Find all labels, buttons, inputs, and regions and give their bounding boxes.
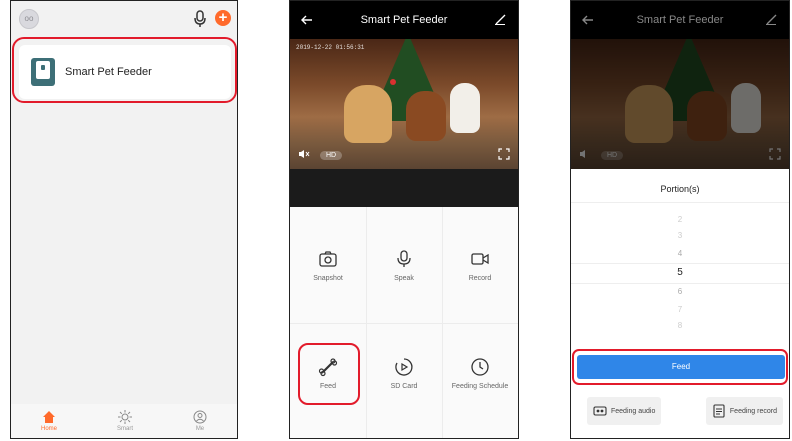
highlight-box <box>298 343 360 405</box>
feeding-audio-button[interactable]: Feeding audio <box>587 397 662 425</box>
page-title: Smart Pet Feeder <box>636 14 724 26</box>
video-record-icon <box>471 253 489 265</box>
mute-icon[interactable] <box>298 149 310 159</box>
hd-toggle: HD <box>601 151 624 160</box>
microphone-icon <box>397 250 411 267</box>
top-bar: oo + <box>11 1 237 37</box>
picker-option[interactable]: 3 <box>571 231 789 240</box>
bottom-actions: Feeding audio Feeding record <box>587 397 783 425</box>
edit-icon[interactable] <box>494 13 506 25</box>
sd-card-button[interactable]: SD Card <box>366 357 442 390</box>
portion-picker[interactable]: 2 3 4 5 6 7 8 <box>571 207 789 335</box>
picker-option[interactable]: 4 <box>571 249 789 258</box>
device-screen: Smart Pet Feeder 2019-12-22 01:56:31 HD … <box>289 0 519 439</box>
brown-dog <box>687 91 727 141</box>
home-avatar[interactable]: oo <box>19 9 39 29</box>
mute-icon <box>580 150 585 158</box>
snapshot-button[interactable]: Snapshot <box>290 249 366 282</box>
feeding-schedule-button[interactable]: Feeding Schedule <box>442 357 518 390</box>
smart-icon <box>117 410 132 424</box>
header: Smart Pet Feeder <box>571 1 789 39</box>
ornament <box>390 79 396 85</box>
camera-icon <box>319 251 337 267</box>
picker-divider <box>571 263 789 264</box>
white-cat <box>731 83 761 133</box>
home-icon <box>42 411 55 423</box>
feeding-record-button[interactable]: Feeding record <box>705 397 783 425</box>
header: Smart Pet Feeder <box>290 1 518 39</box>
feeding-record-label: Feeding record <box>729 407 777 415</box>
tab-me[interactable]: Me <box>193 410 207 432</box>
action-label: Feeding Schedule <box>451 383 509 390</box>
highlight-box <box>12 37 237 103</box>
back-arrow-icon[interactable] <box>581 13 595 27</box>
home-screen: oo + Smart Pet Feeder Home Smart Me <box>10 0 238 439</box>
action-label: Record <box>468 275 492 282</box>
live-video[interactable]: 2019-12-22 01:56:31 HD <box>290 39 518 169</box>
picker-selected[interactable]: 5 <box>571 267 789 278</box>
golden-dog <box>625 85 673 143</box>
picker-option[interactable]: 2 <box>571 215 789 224</box>
action-label: Speak <box>394 275 414 282</box>
action-grid: Snapshot Speak Record Feed SD Card Feedi… <box>290 207 518 438</box>
divider <box>290 323 518 324</box>
me-icon <box>193 410 207 424</box>
feeding-audio-label: Feeding audio <box>611 407 656 415</box>
feed-portion-screen: Smart Pet Feeder HD Portion(s) 2 3 4 5 6… <box>570 0 790 439</box>
action-label: SD Card <box>390 383 418 390</box>
golden-dog <box>344 85 392 143</box>
brown-dog <box>406 91 446 141</box>
action-label: Snapshot <box>313 275 343 282</box>
add-device-button[interactable]: + <box>215 10 231 26</box>
fullscreen-icon <box>769 148 781 160</box>
microphone-icon[interactable] <box>192 10 208 28</box>
page-title: Smart Pet Feeder <box>360 14 448 26</box>
video-controls-band <box>290 169 518 207</box>
tab-bar: Home Smart Me <box>11 404 237 438</box>
edit-icon[interactable] <box>765 13 777 25</box>
white-cat <box>450 83 480 133</box>
clock-icon <box>471 358 489 376</box>
speak-button[interactable]: Speak <box>366 249 442 282</box>
document-icon <box>713 404 725 418</box>
audio-tape-icon <box>593 406 607 416</box>
picker-option[interactable]: 6 <box>571 287 789 296</box>
highlight-box <box>572 349 788 385</box>
tab-label: Smart <box>116 426 133 432</box>
record-button[interactable]: Record <box>442 249 518 282</box>
video-timestamp: 2019-12-22 01:56:31 <box>296 44 365 51</box>
picker-divider <box>571 283 789 284</box>
tab-home[interactable]: Home <box>41 410 57 432</box>
fullscreen-icon[interactable] <box>498 148 510 160</box>
live-video-dimmed: HD <box>571 39 789 169</box>
tab-smart[interactable]: Smart <box>117 410 133 432</box>
playback-icon <box>395 358 413 376</box>
back-arrow-icon[interactable] <box>300 13 314 27</box>
hd-toggle[interactable]: HD <box>320 151 343 160</box>
picker-option[interactable]: 7 <box>571 305 789 314</box>
picker-option[interactable]: 8 <box>571 321 789 330</box>
tab-label: Home <box>40 426 57 432</box>
portion-title: Portion(s) <box>571 175 789 203</box>
tab-label: Me <box>195 426 205 432</box>
